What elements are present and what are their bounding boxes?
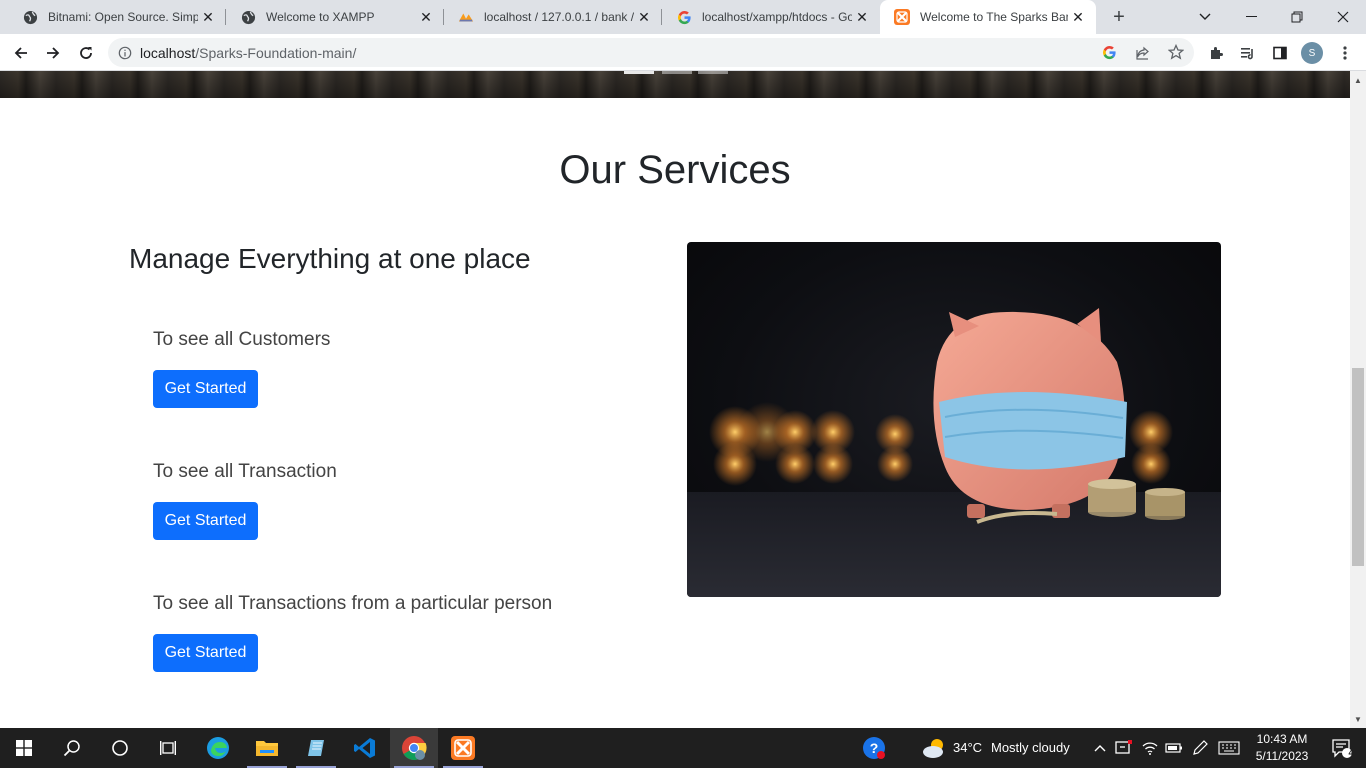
help-icon[interactable]: ? [850,728,898,768]
extensions-puzzle-icon[interactable] [1202,39,1230,67]
address-url: localhost/Sparks-Foundation-main/ [140,45,356,61]
back-button[interactable] [7,39,35,67]
menu-kebab-icon[interactable] [1331,39,1359,67]
notification-count-badge: 4 [1348,748,1354,758]
phpmyadmin-icon [458,9,474,25]
share-icon[interactable] [1135,45,1151,61]
globe-icon [240,9,256,25]
new-tab-button[interactable]: + [1106,5,1132,29]
cortana-icon[interactable] [96,728,144,768]
address-bar[interactable]: localhost/Sparks-Foundation-main/ [108,38,1194,67]
svg-text:?: ? [870,740,879,756]
weather-cloudy-icon[interactable] [910,728,958,768]
avatar: S [1301,42,1323,64]
page-viewport: Our Services Manage Everything at one pl… [0,71,1350,728]
close-icon[interactable]: ✕ [198,7,218,27]
tab-xampp[interactable]: Welcome to XAMPP ✕ [226,0,444,34]
vscode-icon[interactable] [341,728,389,768]
manage-heading: Manage Everything at one place [129,243,531,274]
notification-center-icon[interactable]: 4 [1318,728,1366,768]
weather-description: Mostly cloudy [991,740,1070,755]
scroll-up-arrow[interactable]: ▲ [1350,73,1366,87]
tab-sparks-bank[interactable]: Welcome to The Sparks Bank ✕ [880,0,1096,34]
service-customers-text: To see all Customers [153,329,331,350]
browser-tab-strip: Bitnami: Open Source. Simplified ✕ Welco… [0,0,1366,34]
minimize-button[interactable] [1228,0,1274,34]
weather-temp: 34°C [953,740,983,755]
xampp-icon [894,9,910,25]
url-path: /Sparks-Foundation-main/ [195,44,357,61]
show-hidden-icons-chevron-icon[interactable] [1088,728,1112,768]
scroll-down-arrow[interactable]: ▼ [1350,712,1366,726]
restore-button[interactable] [1274,0,1320,34]
tab-google-search[interactable]: localhost/xampp/htdocs - Google Search ✕ [662,0,880,34]
browser-toolbar: localhost/Sparks-Foundation-main/ S [0,34,1366,71]
globe-icon [22,9,38,25]
url-host: localhost [140,44,196,61]
service-person-transactions-text: To see all Transactions from a particula… [153,593,553,614]
start-button[interactable] [0,728,48,768]
get-started-person-button[interactable]: Get Started [153,634,258,672]
close-icon[interactable]: ✕ [416,7,436,27]
clock-date: 5/11/2023 [1255,749,1309,763]
tab-title: Welcome to XAMPP [266,10,375,24]
battery-icon[interactable] [1162,728,1186,768]
tab-search-chevron-icon[interactable] [1182,0,1228,34]
service-transactions-text: To see all Transaction [153,461,337,482]
get-started-transactions-button[interactable]: Get Started [153,502,258,540]
hero-banner-image [0,71,1350,98]
get-started-customers-button[interactable]: Get Started [153,370,258,408]
google-icon [676,9,692,25]
info-icon[interactable] [118,46,132,60]
task-view-icon[interactable] [144,728,192,768]
close-window-button[interactable] [1320,0,1366,34]
side-panel-icon[interactable] [1266,39,1294,67]
piggy-bank-image [687,242,1221,597]
services-heading: Our Services [559,148,791,192]
chrome-icon[interactable] [390,728,438,768]
xampp-icon[interactable] [439,728,487,768]
keyboard-icon[interactable] [1214,728,1244,768]
network-wifi-icon[interactable] [1138,728,1162,768]
google-lens-icon[interactable] [1102,45,1117,60]
scroll-thumb[interactable] [1352,368,1364,566]
tab-phpmyadmin[interactable]: localhost / 127.0.0.1 / bank / ✕ [444,0,662,34]
forward-button[interactable] [39,39,67,67]
profile-avatar[interactable]: S [1298,39,1326,67]
tab-bitnami[interactable]: Bitnami: Open Source. Simplified ✕ [8,0,226,34]
close-icon[interactable]: ✕ [852,7,872,27]
file-explorer-icon[interactable] [243,728,291,768]
tab-title: Welcome to The Sparks Bank [920,10,1068,24]
tab-title: Bitnami: Open Source. Simplified [48,10,198,24]
windows-taskbar: ? 34°C Mostly cloudy 10:43 AM 5/11/2023 … [0,728,1366,768]
media-queue-icon[interactable] [1234,39,1262,67]
tab-title: localhost / 127.0.0.1 / bank / [484,10,634,24]
pen-workspace-icon[interactable] [1188,728,1212,768]
reload-button[interactable] [72,39,100,67]
search-icon[interactable] [48,728,96,768]
system-clock[interactable]: 10:43 AM 5/11/2023 [1248,731,1316,765]
edge-icon[interactable] [194,728,242,768]
page-scrollbar[interactable]: ▲ ▼ [1350,71,1366,728]
notes-app-icon[interactable] [292,728,340,768]
bookmark-star-icon[interactable] [1168,44,1184,60]
close-icon[interactable]: ✕ [634,7,654,27]
clock-time: 10:43 AM [1256,732,1308,746]
tab-title: localhost/xampp/htdocs - Google Search [702,10,852,24]
meet-now-icon[interactable] [1112,728,1136,768]
close-icon[interactable]: ✕ [1068,7,1088,27]
